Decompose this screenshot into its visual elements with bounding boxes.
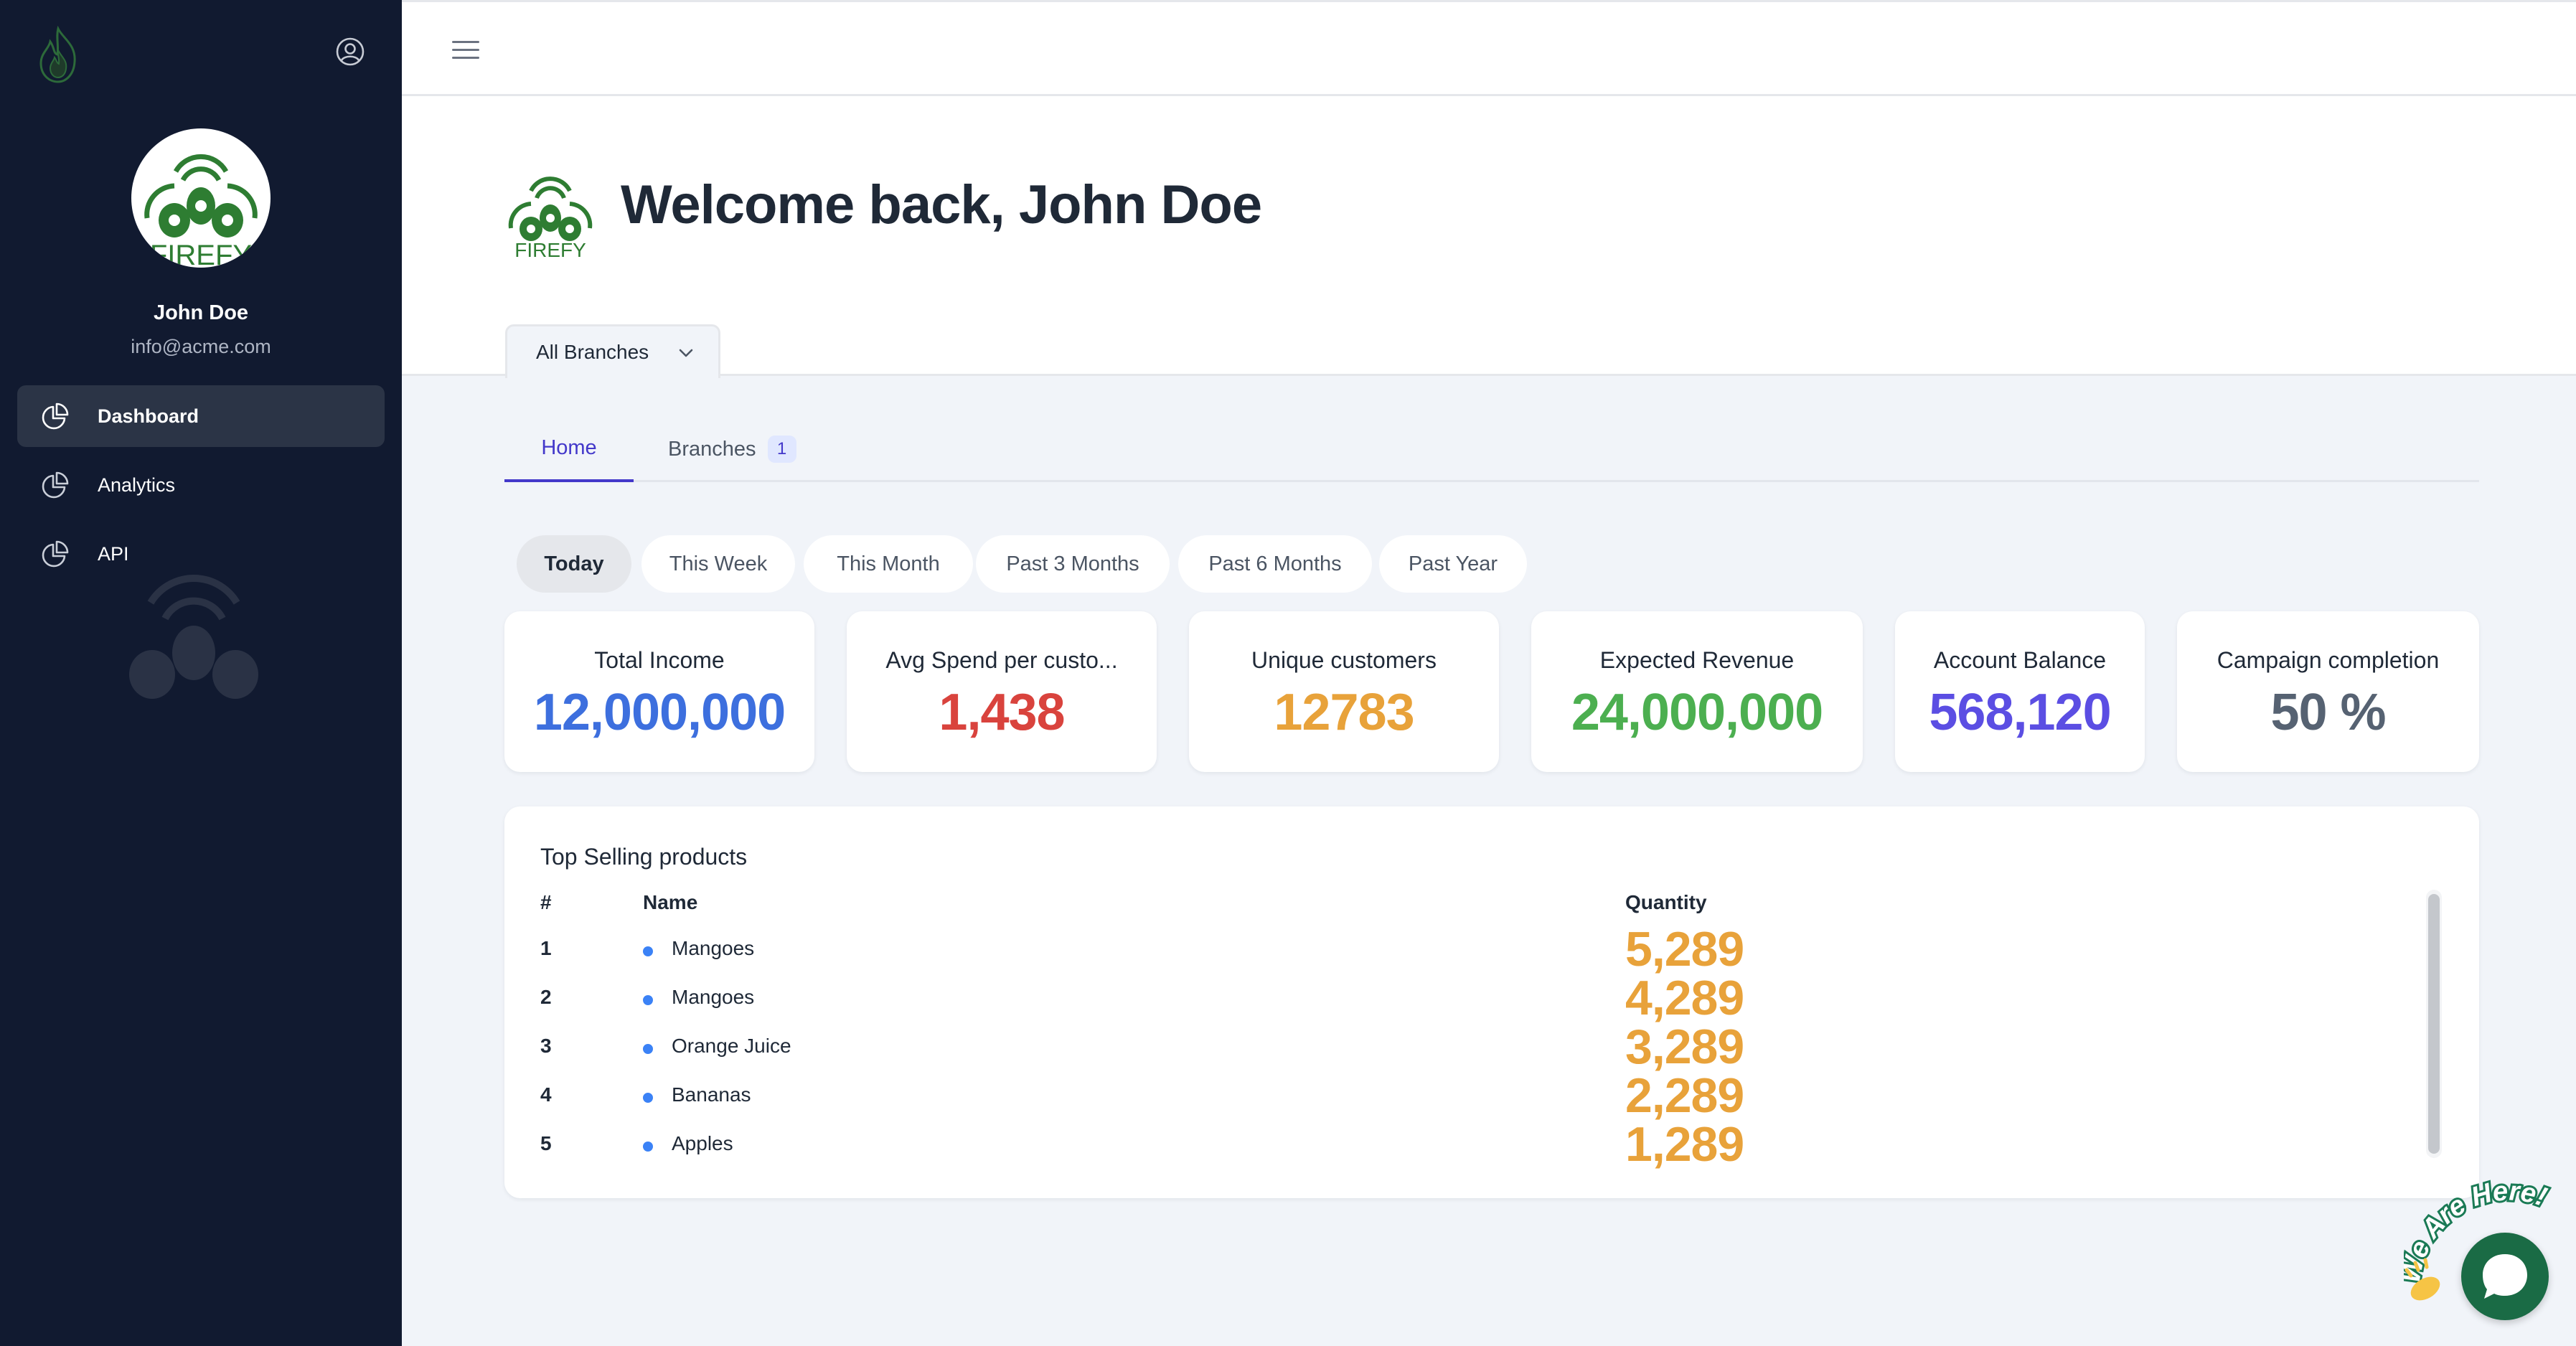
product-name: Orange Juice xyxy=(672,1035,791,1057)
tab-bar: Home Branches 1 xyxy=(504,416,2479,482)
menu-icon[interactable] xyxy=(452,39,481,61)
product-quantity: 2,289 xyxy=(1625,1068,1744,1123)
table-row: 5 Apples 1,289 xyxy=(504,1117,2442,1172)
pie-chart-icon xyxy=(42,540,69,568)
user-account-icon[interactable] xyxy=(334,36,366,67)
firefly-logo-icon: FIREFY xyxy=(508,177,593,258)
tab-home[interactable]: Home xyxy=(504,416,634,482)
page-title: Welcome back, John Doe xyxy=(621,174,1262,235)
row-number: 1 xyxy=(540,937,552,959)
watermark-logo-icon xyxy=(129,575,258,699)
table-row: 1 Mangoes 5,289 xyxy=(504,922,2442,976)
stat-card-expected-revenue: Expected Revenue 24,000,000 xyxy=(1531,611,1863,772)
table-row: 2 Mangoes 4,289 xyxy=(504,971,2442,1025)
sidebar-item-dashboard[interactable]: Dashboard xyxy=(17,385,385,447)
pie-chart-icon xyxy=(42,471,69,499)
bullet-dot-icon xyxy=(643,1142,653,1152)
svg-text:FIREFY: FIREFY xyxy=(514,239,586,258)
flame-logo-icon[interactable] xyxy=(34,26,82,85)
table-scrollbar[interactable] xyxy=(2426,890,2442,1158)
stat-title: Account Balance xyxy=(1933,647,2107,673)
stat-value: 568,120 xyxy=(1929,684,2111,741)
product-name: Mangoes xyxy=(672,937,755,959)
period-this-month[interactable]: This Month xyxy=(804,535,973,593)
stat-card-total-income: Total Income 12,000,000 xyxy=(504,611,814,772)
firefly-logo-icon: FIREFY xyxy=(144,154,258,268)
sidebar: FIREFY John Doe info@acme.com Dashboard … xyxy=(0,0,402,1346)
bullet-dot-icon xyxy=(643,946,653,956)
stat-value: 50 % xyxy=(2270,684,2386,741)
stat-title: Total Income xyxy=(594,647,725,673)
stat-card-campaign-completion: Campaign completion 50 % xyxy=(2177,611,2479,772)
product-quantity: 4,289 xyxy=(1625,971,1744,1025)
period-past-6-months[interactable]: Past 6 Months xyxy=(1178,535,1372,593)
card-title: Top Selling products xyxy=(540,844,748,870)
chevron-down-icon xyxy=(679,349,693,357)
tab-label: Branches xyxy=(668,437,756,461)
bullet-dot-icon xyxy=(643,995,653,1005)
tab-label: Home xyxy=(541,436,597,459)
chat-button[interactable] xyxy=(2461,1233,2549,1320)
product-quantity: 1,289 xyxy=(1625,1117,1744,1172)
stat-title: Expected Revenue xyxy=(1599,647,1795,673)
bullet-dot-icon xyxy=(643,1044,653,1054)
stat-value: 24,000,000 xyxy=(1571,684,1823,741)
stat-card-unique-customers: Unique customers 12783 xyxy=(1189,611,1499,772)
period-this-week[interactable]: This Week xyxy=(641,535,795,593)
page-header: FIREFY Welcome back, John Doe All Branch… xyxy=(402,96,2576,378)
product-name: Mangoes xyxy=(672,986,755,1008)
table-row: 4 Bananas 2,289 xyxy=(504,1068,2442,1123)
row-number: 3 xyxy=(540,1035,552,1057)
sidebar-item-analytics[interactable]: Analytics xyxy=(17,454,385,516)
count-badge: 1 xyxy=(767,436,796,463)
stat-value: 12783 xyxy=(1274,684,1414,741)
period-past-3-months[interactable]: Past 3 Months xyxy=(976,535,1170,593)
branch-select[interactable]: All Branches xyxy=(505,324,720,378)
period-today[interactable]: Today xyxy=(517,535,631,593)
product-quantity: 3,289 xyxy=(1625,1020,1744,1074)
top-selling-products-card: Top Selling products # Name Quantity 1 M… xyxy=(504,806,2479,1198)
bullet-dot-icon xyxy=(643,1093,653,1103)
stat-title: Unique customers xyxy=(1251,647,1437,673)
sidebar-item-label: Dashboard xyxy=(98,405,199,427)
sidebar-item-label: Analytics xyxy=(98,474,176,496)
table-row: 3 Orange Juice 3,289 xyxy=(504,1020,2442,1074)
row-number: 5 xyxy=(540,1132,552,1154)
pie-chart-icon xyxy=(42,403,69,430)
avatar[interactable]: FIREFY xyxy=(131,128,271,268)
product-quantity: 5,289 xyxy=(1625,922,1744,976)
column-header-name: Name xyxy=(643,891,698,913)
tab-branches[interactable]: Branches 1 xyxy=(668,416,826,482)
stat-card-account-balance: Account Balance 568,120 xyxy=(1895,611,2145,772)
row-number: 4 xyxy=(540,1083,552,1106)
period-past-year[interactable]: Past Year xyxy=(1379,535,1527,593)
chat-bubble-icon xyxy=(2483,1254,2527,1299)
stat-value: 1,438 xyxy=(939,684,1065,741)
stat-title: Campaign completion xyxy=(2217,647,2440,673)
row-number: 2 xyxy=(540,986,552,1008)
branch-select-value: All Branches xyxy=(536,341,649,363)
scrollbar-thumb[interactable] xyxy=(2428,894,2440,1154)
svg-text:FIREFY: FIREFY xyxy=(150,240,252,268)
column-header-quantity: Quantity xyxy=(1625,891,1707,913)
topbar xyxy=(402,0,2576,96)
stat-title: Avg Spend per custo... xyxy=(885,647,1118,673)
stat-card-avg-spend: Avg Spend per custo... 1,438 xyxy=(847,611,1157,772)
product-name: Bananas xyxy=(672,1083,751,1106)
sidebar-user-email: info@acme.com xyxy=(131,336,271,357)
product-name: Apples xyxy=(672,1132,733,1154)
sidebar-user-name: John Doe xyxy=(153,301,249,324)
stat-value: 12,000,000 xyxy=(533,684,786,741)
column-header-number: # xyxy=(540,891,552,913)
